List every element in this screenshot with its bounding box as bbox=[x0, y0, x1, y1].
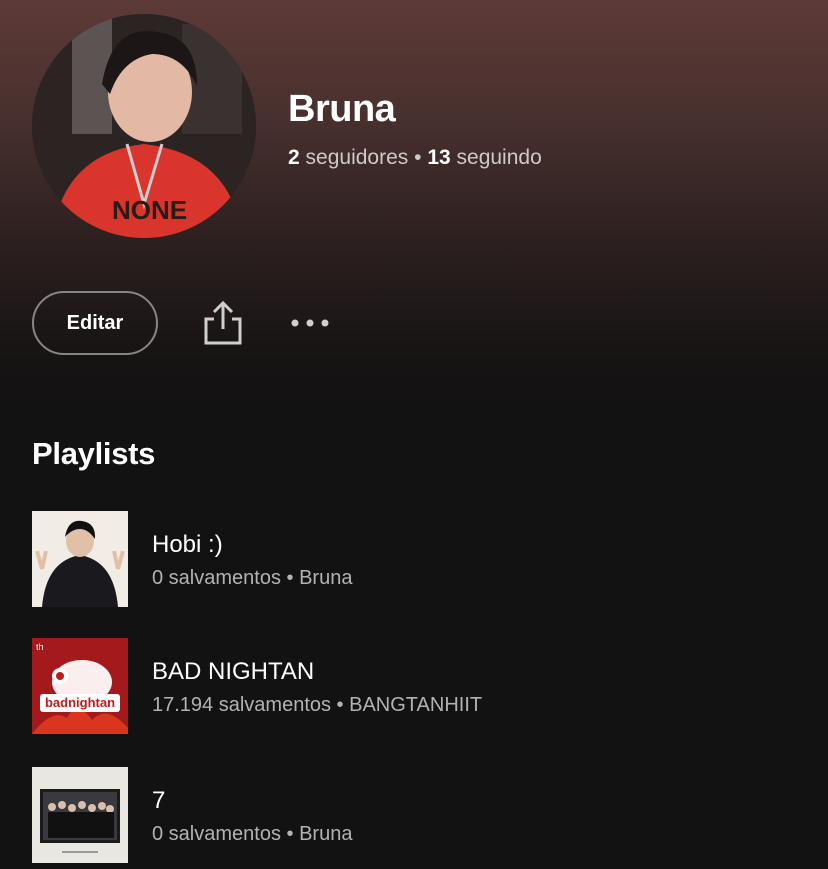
avatar-image: NONE bbox=[32, 14, 256, 238]
playlist-item[interactable]: 7 0 salvamentos • Bruna bbox=[32, 767, 792, 863]
playlist-cover bbox=[32, 511, 128, 607]
more-options-icon bbox=[291, 319, 329, 327]
playlist-cover bbox=[32, 767, 128, 863]
cover-image: badnightan th bbox=[32, 638, 128, 734]
profile-actions: Editar bbox=[32, 291, 432, 355]
playlist-cover: badnightan th bbox=[32, 638, 128, 734]
playlist-title: BAD NIGHTAN bbox=[152, 658, 315, 685]
cover-badge: th bbox=[36, 642, 44, 652]
profile-name: Bruna bbox=[288, 88, 396, 130]
playlist-title: Hobi :) bbox=[152, 531, 223, 558]
cover-image bbox=[32, 511, 128, 607]
playlist-meta: 17.194 salvamentos • BANGTANHIIT bbox=[152, 694, 483, 716]
profile-stats[interactable]: 2 seguidores • 13 seguindo bbox=[288, 146, 542, 170]
more-options-button[interactable] bbox=[288, 311, 332, 335]
following-label: seguindo bbox=[456, 146, 542, 169]
followers-label: seguidores bbox=[305, 146, 409, 169]
followers-count: 2 bbox=[288, 146, 300, 169]
playlist-title: 7 bbox=[152, 787, 166, 814]
share-button[interactable] bbox=[200, 299, 246, 347]
cover-image bbox=[32, 767, 128, 863]
cover-text: badnightan bbox=[45, 695, 115, 710]
profile-header: NONE Bruna 2 seguidores • 13 seguindo bbox=[0, 0, 828, 260]
edit-profile-button[interactable]: Editar bbox=[32, 291, 158, 355]
svg-text:NONE: NONE bbox=[112, 195, 187, 225]
playlists-section-title: Playlists bbox=[32, 436, 156, 471]
playlist-item[interactable]: badnightan th BAD NIGHTAN 17.194 salvame… bbox=[32, 638, 792, 734]
share-icon bbox=[204, 300, 242, 345]
playlist-meta: 0 salvamentos • Bruna bbox=[152, 823, 353, 845]
playlist-meta: 0 salvamentos • Bruna bbox=[152, 567, 353, 589]
playlist-item[interactable]: Hobi :) 0 salvamentos • Bruna bbox=[32, 511, 792, 607]
profile-screen: NONE Bruna 2 seguidores • 13 seguindo Ed… bbox=[0, 0, 828, 869]
following-count: 13 bbox=[427, 146, 451, 169]
profile-avatar[interactable]: NONE bbox=[32, 14, 256, 238]
stats-separator: • bbox=[414, 146, 422, 169]
